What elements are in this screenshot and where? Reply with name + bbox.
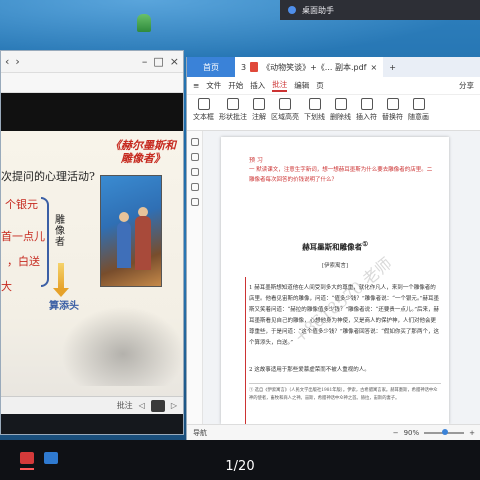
preview-text: 一 默读课文，注意生字新词，想一想赫耳墨斯为什么要去雕像者的店里。二 雕像者每次… (249, 167, 433, 183)
maximize-icon[interactable]: □ (153, 55, 163, 68)
tab-close-icon[interactable]: × (370, 63, 377, 72)
slideshow-footer (1, 414, 183, 434)
tab-home[interactable]: 首页 (187, 57, 235, 77)
slideshow-titlebar: ‹ › – □ × (1, 51, 183, 73)
article-title: 赫耳墨斯和雕像者① (302, 241, 368, 252)
status-bar: 导航 − 90% + (187, 424, 480, 440)
replace-mark-button[interactable]: 替换符 (382, 98, 403, 127)
menu-item-edit[interactable]: 编辑 (294, 80, 309, 91)
note-button[interactable]: 注解 (252, 98, 266, 127)
pen-icon (412, 98, 425, 110)
insert-mark-button[interactable]: 插入符 (356, 98, 377, 127)
assistant-icon (288, 6, 296, 14)
slide-sculptor-label: 雕像者 (55, 215, 65, 248)
zoom-out-icon[interactable]: − (393, 429, 399, 437)
highlight-icon (279, 98, 291, 110)
forward-icon[interactable]: › (15, 55, 19, 68)
menu-item-page[interactable]: 页 (316, 80, 324, 91)
slide-note-3: ，白送 (7, 255, 40, 268)
note-icon (253, 98, 265, 110)
pdf-file-icon (250, 62, 259, 72)
slideshow-dark-area (1, 93, 183, 131)
tab-bar: 首页 3 《动物笑谈》+《... 副本.pdf × + (187, 57, 480, 77)
search-icon[interactable] (190, 183, 199, 191)
strikethrough-icon (334, 98, 347, 110)
pdf-page[interactable]: 预 习 一 默读课文，注意生字新词，想一想赫耳墨斯为什么要去雕像者的店里。二 雕… (221, 137, 449, 424)
area-highlight-button[interactable]: 区域高亮 (271, 98, 299, 127)
book-cover-image (100, 175, 162, 287)
prev-icon[interactable]: ◁ (139, 401, 145, 410)
annotate-button[interactable]: 批注 (117, 400, 133, 411)
tab-doc-number: 3 (241, 62, 247, 72)
minimize-icon[interactable]: – (142, 55, 148, 68)
slide-note-1: 个银元 (5, 198, 38, 211)
menu-item-file[interactable]: 文件 (206, 80, 221, 91)
slide-bracket (41, 197, 49, 287)
bookmark-icon[interactable] (190, 138, 199, 146)
zoom-in-icon[interactable]: + (469, 429, 475, 437)
slideshow-window: ‹ › – □ × 《赫尔墨斯和 雕像者》 次提问的心理活动? 个银元 首一点儿… (0, 50, 184, 435)
insert-mark-icon (360, 98, 373, 110)
preview-label: 预 习 (249, 157, 263, 164)
freehand-button[interactable]: 随意画 (408, 98, 429, 127)
slideshow-bottombar: 批注 ◁ ▷ (1, 396, 183, 414)
desktop-assistant-bar[interactable]: 桌面助手 (280, 0, 480, 20)
slide-note-4: 大 (1, 280, 12, 293)
play-icon[interactable] (150, 399, 165, 412)
menu-bar: ≡ 文件 开始 插入 批注 编辑 页 分享 (187, 77, 480, 95)
close-icon[interactable]: × (170, 55, 179, 68)
thumbnail-icon[interactable] (190, 153, 199, 161)
textbox-icon (197, 98, 210, 110)
zoom-slider[interactable] (424, 428, 465, 435)
left-tool-sidebar (187, 131, 203, 424)
menu-item-home[interactable]: 开始 (228, 80, 243, 91)
replace-mark-icon (386, 98, 399, 110)
slide-page-counter: 1/20 (225, 459, 255, 474)
next-icon[interactable]: ▷ (171, 401, 177, 410)
menu-item-annotate[interactable]: 批注 (272, 79, 288, 92)
paragraph-2: 2 这故事适用于那些爱慕虚荣而不被人重视的人。 (249, 367, 370, 373)
document-area[interactable]: 预 习 一 默读课文，注意生字新词，想一想赫耳墨斯为什么要去雕像者的店里。二 雕… (187, 131, 480, 424)
tab-document-label: 《动物笑谈》+《... 副本.pdf (262, 62, 367, 72)
footnotes: ① 选自《伊索寓言》（人民文学出版社1981年版）。伊索，古希腊寓言家。赫耳墨斯… (249, 383, 441, 403)
shape-icon (227, 98, 239, 110)
tab-document[interactable]: 3 《动物笑谈》+《... 副本.pdf × (235, 57, 384, 77)
attachment-icon[interactable] (190, 198, 199, 206)
back-icon[interactable]: ‹ (5, 55, 9, 68)
assistant-label: 桌面助手 (302, 5, 334, 15)
underline-icon (308, 98, 321, 110)
comment-icon[interactable] (190, 168, 199, 176)
slide-question: 次提问的心理活动? (1, 170, 95, 183)
slide-canvas: 《赫尔墨斯和 雕像者》 次提问的心理活动? 个银元 首一点儿 ，白送 大 雕像者… (1, 131, 183, 396)
slide-note-2: 首一点儿 (1, 230, 45, 243)
ink-painting-decoration (61, 306, 183, 386)
menu-icon[interactable]: ≡ (193, 81, 199, 90)
pdf-window: 首页 3 《动物笑谈》+《... 副本.pdf × + ≡ 文件 开始 插入 批… (186, 57, 480, 440)
underline-button[interactable]: 下划线 (304, 98, 325, 127)
zoom-level[interactable]: 90% (404, 429, 420, 437)
new-tab-icon[interactable]: + (389, 63, 396, 72)
slide-arrow-down (53, 263, 69, 297)
desktop-app-icon[interactable] (137, 14, 151, 32)
strikethrough-button[interactable]: 删除线 (330, 98, 351, 127)
slide-title: 《赫尔墨斯和 雕像者》 (110, 139, 176, 165)
textbox-button[interactable]: 文本框 (193, 98, 214, 127)
article-author: [伊索寓言] (321, 263, 349, 269)
shape-annotation-button[interactable]: 形状批注 (219, 98, 247, 127)
share-button[interactable]: 分享 (459, 80, 474, 91)
slideshow-toolbar (1, 73, 183, 93)
annotation-ribbon: 文本框 形状批注 注解 区域高亮 下划线 删除线 插入符 替换符 随意画 (187, 95, 480, 131)
nav-button[interactable]: 导航 (193, 428, 207, 438)
menu-item-insert[interactable]: 插入 (250, 80, 265, 91)
